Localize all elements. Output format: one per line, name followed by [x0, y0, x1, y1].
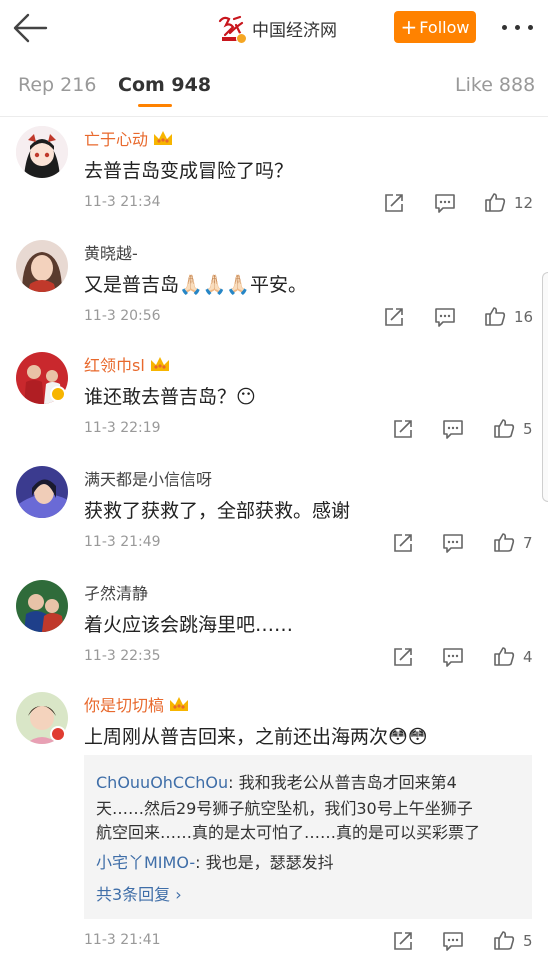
more-options-icon[interactable] — [500, 20, 536, 36]
vip-crown-icon — [152, 129, 174, 147]
username[interactable]: 黄晓越- — [84, 240, 138, 264]
comment-time: 11-3 20:56 — [84, 308, 161, 324]
repost-icon[interactable] — [392, 532, 414, 554]
comment-text: 又是普吉岛🙏🏻🙏🏻🙏🏻平安。 — [84, 274, 307, 296]
reply-item[interactable]: 小宅丫MIMO-: 我也是，瑟瑟发抖 — [96, 849, 334, 873]
avatar[interactable] — [16, 126, 68, 178]
username-text: 孑然清静 — [84, 584, 149, 603]
reply-comment-icon[interactable] — [434, 306, 456, 328]
comment-time: 11-3 22:19 — [84, 420, 161, 436]
reply-comment-icon[interactable] — [434, 192, 456, 214]
verified-badge-icon — [50, 386, 66, 402]
comment-item: 孑然清静 着火应该会跳海里吧…… 11-3 22:35 4 — [0, 574, 548, 686]
reply-comment-icon[interactable] — [442, 930, 464, 952]
active-tab-indicator — [138, 104, 172, 107]
divider — [0, 116, 548, 117]
comment-text: 着火应该会跳海里吧…… — [84, 614, 294, 636]
avatar[interactable] — [16, 466, 68, 518]
username[interactable]: 你是切切槁 — [84, 692, 190, 716]
top-bar: 中国经济网 + Follow — [0, 0, 548, 56]
like-thumb-icon[interactable] — [493, 645, 515, 667]
vip-crown-icon — [168, 695, 190, 713]
plus-icon: + — [400, 15, 418, 39]
comment-text: 获救了获救了，全部获救。感谢 — [84, 500, 351, 522]
comment-item: 亡于心动 去普吉岛变成冒险了吗？ 11-3 21:34 12 — [0, 120, 548, 232]
username-text: 亡于心动 — [84, 130, 149, 149]
comment-time: 11-3 21:41 — [84, 932, 161, 948]
view-all-replies-link[interactable]: 共3条回复 › — [96, 881, 182, 905]
comment-item: 红领巾sl 谁还敢去普吉岛？😶 11-3 22:19 5 — [0, 346, 548, 460]
brand-logo-icon — [216, 13, 247, 44]
comment-text: 上周刚从普吉回来，之前还出海两次😳😳 — [84, 726, 428, 748]
username-text: 黄晓越- — [84, 244, 138, 263]
verified-badge-icon — [236, 33, 247, 44]
member-badge-icon — [50, 726, 66, 742]
username[interactable]: 满天都是小信信呀 — [84, 466, 212, 490]
username[interactable]: 红领巾sl — [84, 352, 171, 376]
comment-time: 11-3 21:34 — [84, 194, 161, 210]
brand-name: 中国经济网 — [252, 20, 337, 41]
comment-time: 11-3 22:35 — [84, 648, 161, 664]
like-count: 4 — [523, 648, 533, 666]
repost-icon[interactable] — [392, 646, 414, 668]
account-brand[interactable]: 中国经济网 — [216, 12, 337, 44]
reply-comment-icon[interactable] — [442, 646, 464, 668]
like-thumb-icon[interactable] — [484, 305, 506, 327]
reply-comment-icon[interactable] — [442, 532, 464, 554]
back-arrow-icon[interactable] — [10, 10, 50, 46]
comment-time: 11-3 21:49 — [84, 534, 161, 550]
follow-label: Follow — [419, 17, 470, 37]
like-thumb-icon[interactable] — [493, 531, 515, 553]
repost-icon[interactable] — [383, 306, 405, 328]
reply-item[interactable]: ChOuuOhCChOu: 我和我老公从普吉岛才回来第4 — [96, 769, 457, 793]
reply-text-line: 天……然后29号狮子航空坠机，我们30号上午坐狮子 — [96, 799, 473, 818]
like-count: 16 — [514, 308, 534, 326]
username-text: 满天都是小信信呀 — [84, 470, 213, 489]
reply-text-line: 航空回来……真的是太可怕了……真的是可以买彩票了 — [96, 823, 481, 842]
avatar[interactable] — [16, 240, 68, 292]
comment-text: 去普吉岛变成冒险了吗？ — [84, 160, 294, 182]
like-thumb-icon[interactable] — [493, 417, 515, 439]
like-thumb-icon[interactable] — [484, 191, 506, 213]
comment-item: 黄晓越- 又是普吉岛🙏🏻🙏🏻🙏🏻平安。 11-3 20:56 16 — [0, 234, 548, 346]
tab-likes[interactable]: Like 888 — [455, 74, 535, 96]
username-text: 你是切切槁 — [84, 696, 165, 715]
follow-button[interactable]: + Follow — [394, 11, 476, 43]
username[interactable]: 亡于心动 — [84, 126, 174, 150]
comment-text: 谁还敢去普吉岛？😶 — [84, 386, 256, 408]
username-text: 红领巾sl — [84, 356, 145, 375]
vip-crown-icon — [149, 355, 171, 373]
reply-text: : 我和我老公从普吉岛才回来第4 — [228, 773, 457, 792]
avatar[interactable] — [16, 580, 68, 632]
tab-comments[interactable]: Com 948 — [118, 74, 211, 96]
like-thumb-icon[interactable] — [493, 929, 515, 951]
reply-username[interactable]: ChOuuOhCChOu — [96, 773, 228, 792]
like-count: 12 — [514, 194, 534, 212]
username[interactable]: 孑然清静 — [84, 580, 148, 604]
tab-bar: Rep 216 Com 948 Like 888 — [0, 56, 548, 116]
repost-icon[interactable] — [392, 418, 414, 440]
reply-username[interactable]: 小宅丫MIMO- — [96, 853, 195, 872]
reply-comment-icon[interactable] — [442, 418, 464, 440]
tab-reposts[interactable]: Rep 216 — [18, 74, 96, 96]
repost-icon[interactable] — [392, 930, 414, 952]
reply-text: : 我也是，瑟瑟发抖 — [195, 853, 334, 872]
like-count: 5 — [523, 932, 533, 950]
nested-replies: ChOuuOhCChOu: 我和我老公从普吉岛才回来第4 天……然后29号狮子航… — [84, 755, 532, 919]
comment-item: 满天都是小信信呀 获救了获救了，全部获救。感谢 11-3 21:49 7 — [0, 460, 548, 572]
like-count: 5 — [523, 420, 533, 438]
repost-icon[interactable] — [383, 192, 405, 214]
like-count: 7 — [523, 534, 533, 552]
